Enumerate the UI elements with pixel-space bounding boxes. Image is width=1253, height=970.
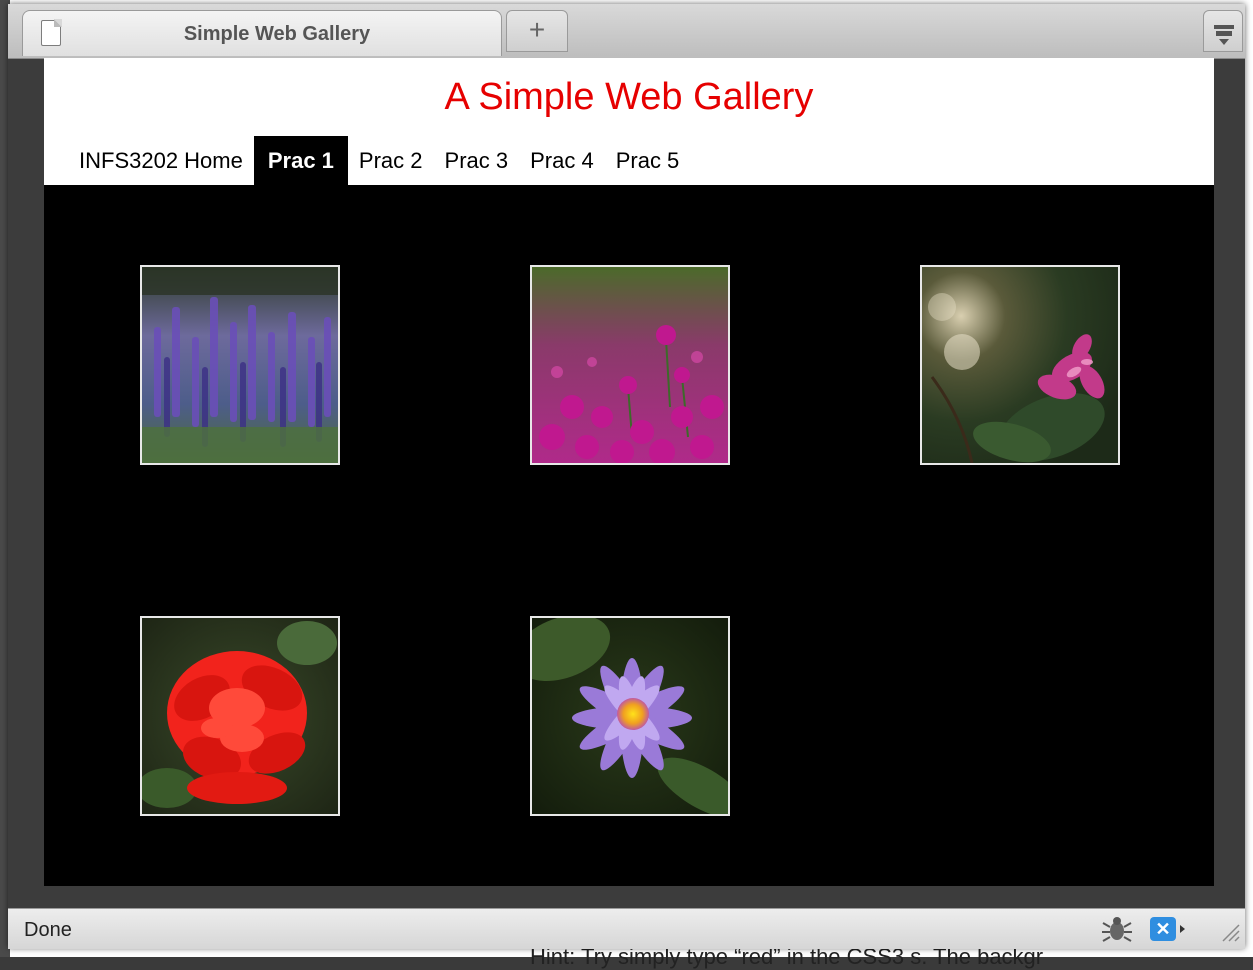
gallery-thumbnail-orchid[interactable] — [920, 265, 1120, 465]
nav-item-prac-1[interactable]: Prac 1 — [253, 136, 348, 185]
gallery-thumbnail-globe-amaranth[interactable] — [530, 265, 730, 465]
list-all-tabs-icon-part — [1216, 31, 1232, 36]
nav-item-prac-2[interactable]: Prac 2 — [348, 136, 434, 185]
water-lily-image — [532, 618, 728, 814]
nav-item-prac-5[interactable]: Prac 5 — [605, 136, 691, 185]
firebug-icon[interactable] — [1100, 915, 1134, 943]
new-tab-button[interactable]: + — [506, 10, 568, 52]
nav-item-infs3202-home[interactable]: INFS3202 Home — [68, 136, 254, 185]
gallery-thumbnail-lavender[interactable] — [140, 265, 340, 465]
page-header: A Simple Web Gallery INFS3202 Home Prac … — [44, 58, 1214, 185]
tab-title: Simple Web Gallery — [183, 23, 371, 45]
globe-amaranth-image — [532, 267, 728, 463]
browser-window: Simple Web Gallery + A Simple Web Galler… — [8, 4, 1245, 949]
tab-bar: Simple Web Gallery + — [8, 4, 1245, 59]
gallery-thumbnail-water-lily[interactable] — [530, 616, 730, 816]
tab-simple-web-gallery[interactable]: Simple Web Gallery — [22, 10, 502, 56]
status-bar: Done ✕ — [8, 908, 1245, 949]
hibiscus-image — [142, 618, 338, 814]
resize-grip-icon[interactable] — [1219, 921, 1241, 943]
list-all-tabs-icon — [1214, 25, 1234, 29]
status-text: Done — [24, 919, 72, 941]
orchid-image — [922, 267, 1118, 463]
nav-item-prac-3[interactable]: Prac 3 — [434, 136, 520, 185]
list-all-tabs-button[interactable] — [1203, 10, 1243, 52]
firebug-toggle-icon[interactable]: ✕ — [1150, 917, 1176, 941]
chevron-down-icon — [1219, 39, 1229, 45]
chevron-right-icon — [1180, 925, 1185, 933]
gallery-thumbnail-hibiscus[interactable] — [140, 616, 340, 816]
lavender-image — [142, 267, 338, 463]
main-nav: INFS3202 Home Prac 1 Prac 2 Prac 3 Prac … — [68, 136, 690, 185]
page-title: A Simple Web Gallery — [444, 76, 814, 118]
nav-item-prac-4[interactable]: Prac 4 — [519, 136, 605, 185]
page-content: A Simple Web Gallery INFS3202 Home Prac … — [44, 58, 1214, 886]
